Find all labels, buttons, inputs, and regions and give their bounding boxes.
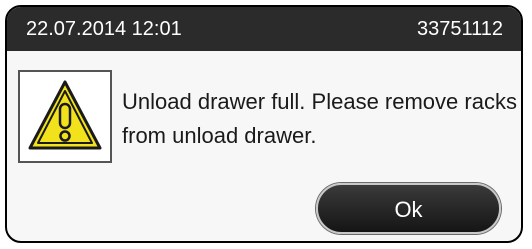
message-dialog: 22.07.2014 12:01 33751112 Unload drawer …: [5, 5, 523, 243]
message-text: Unload drawer full. Please remove racks …: [122, 89, 517, 148]
warning-icon: [28, 80, 102, 150]
ok-button[interactable]: Ok: [316, 183, 501, 234]
dialog-titlebar: 22.07.2014 12:01 33751112: [7, 7, 521, 51]
datetime-label: 22.07.2014 12:01: [26, 18, 182, 40]
serial-number-label: 33751112: [416, 18, 503, 40]
warning-icon-frame: [18, 70, 112, 163]
